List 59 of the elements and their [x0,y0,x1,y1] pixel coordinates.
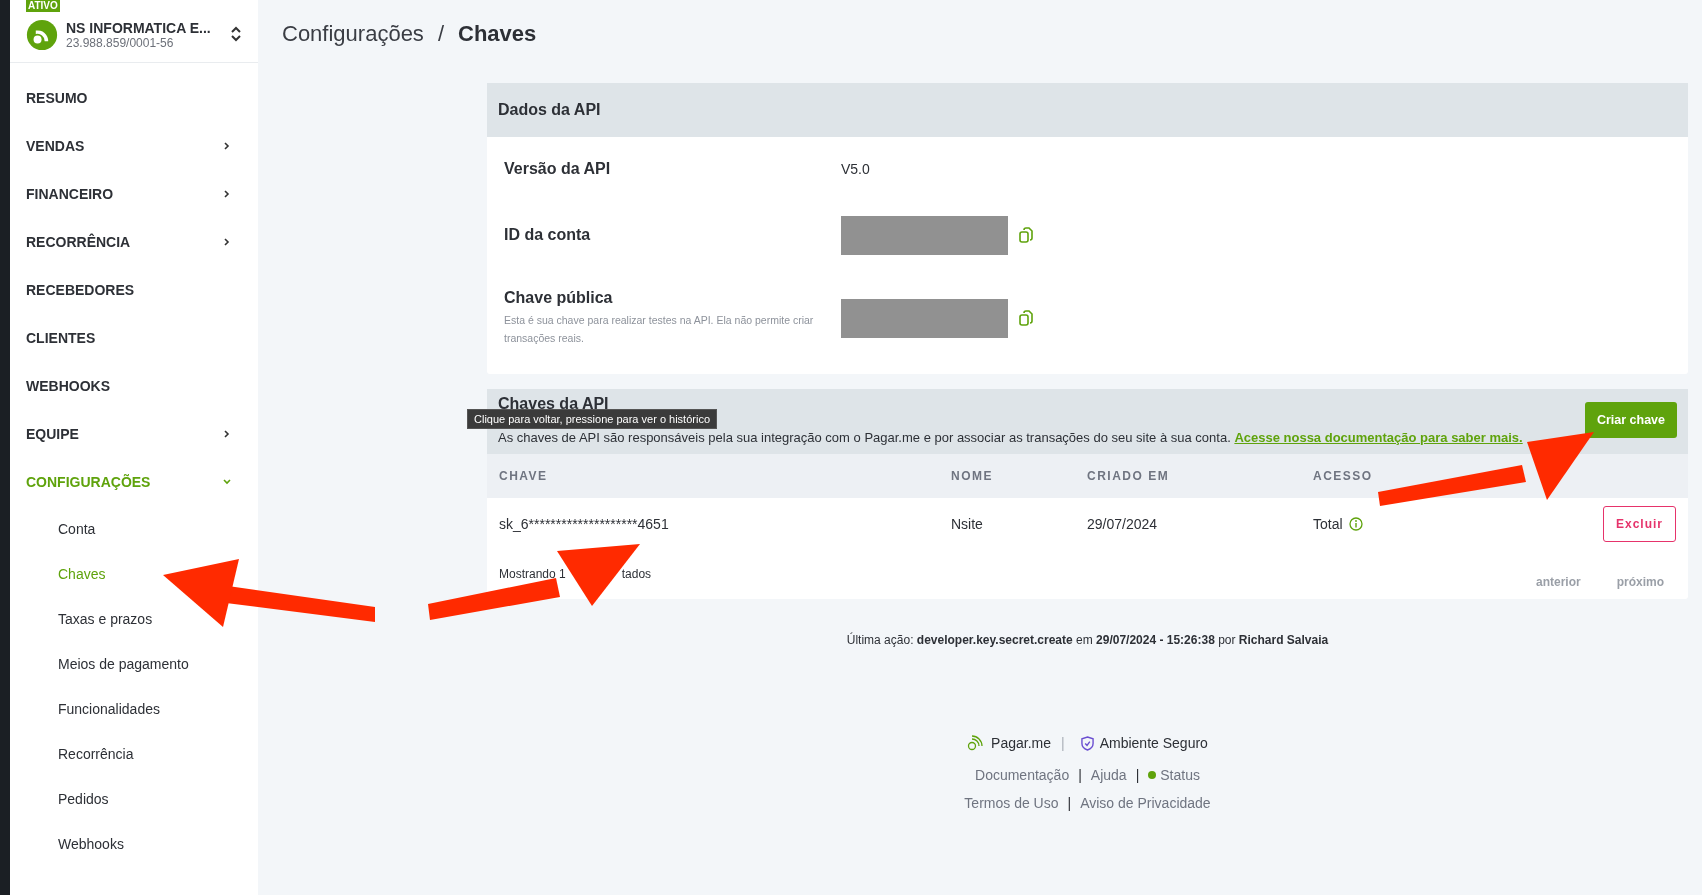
footer-separator: | [1061,735,1065,751]
field-description: Esta é sua chave para realizar testes na API. Ela não permite criar transações reais. [504,313,815,346]
nav-item[interactable]: WEBHOOKS [10,362,258,410]
table-cell-text: Nsite [951,515,984,532]
nav-item[interactable]: FINANCEIRO [10,170,258,218]
brand-name: Pagar.me [991,735,1052,751]
switch-account-icon[interactable] [230,25,242,43]
nav-subitem[interactable]: Meios de pagamento [58,641,189,686]
nav-item[interactable]: VENDAS [10,122,258,170]
nav-subitem[interactable]: Recorrência [58,731,134,776]
status-badge: ATIVO [26,0,60,12]
footer-link[interactable]: Status [1160,767,1200,783]
nav-item[interactable]: RECORRÊNCIA [10,218,258,266]
column-header: CRIADO EM [1087,469,1171,483]
shield-icon [1080,735,1094,751]
nav-item[interactable]: RECEBEDORES [10,266,258,314]
nav-subitem[interactable]: Conta [58,506,96,551]
field-label: Chave pública [504,289,614,307]
footer-link[interactable]: Termos de Uso [964,795,1059,811]
card-title: Dados da API [498,101,601,119]
field-value: V5.0 [841,160,870,177]
secure-label: Ambiente Seguro [1099,735,1208,751]
status-dot-icon [1148,771,1157,779]
nav-item[interactable]: RESUMO [10,74,258,122]
footer-link[interactable]: Documentação [975,767,1070,783]
breadcrumb-separator: / [437,21,444,47]
nav-subitem[interactable]: Webhooks [58,821,124,866]
copy-icon[interactable] [1018,310,1034,326]
info-icon[interactable] [1348,516,1363,531]
tooltip: Clique para voltar, pressione para ver o histórico [467,409,717,429]
field-label: Versão da API [504,159,612,178]
company-document: 23.988.859/0001-56 [66,36,175,50]
footer-separator: | [1078,767,1082,783]
results-count: tados [621,567,652,581]
company-logo-icon [26,19,58,51]
footer-separator: | [1135,767,1140,783]
nav-subitem[interactable]: Taxas e prazos [58,596,153,641]
breadcrumb-link[interactable]: Configurações [282,21,424,47]
copy-icon[interactable] [1018,227,1034,243]
table-cell-text: sk_6********************4651 [499,515,670,532]
nav-item[interactable]: EQUIPE [10,410,258,458]
results-count: Mostrando 1 [499,567,566,581]
column-header: ACESSO [1313,469,1374,483]
footer-link[interactable]: Aviso de Privacidade [1080,795,1211,811]
company-name: NS INFORMATICA E... [66,20,212,36]
table-cell-text: 29/07/2024 [1087,515,1159,532]
page-title: Chaves [458,21,537,47]
column-header: NOME [951,469,994,483]
table-cell: Total [1313,515,1343,532]
delete-button[interactable]: Excluir [1602,505,1676,542]
nav-subitem[interactable]: Funcionalidades [58,686,160,731]
nav-subitem[interactable]: Pedidos [58,776,109,821]
column-header: CHAVE [499,469,549,483]
footer-link[interactable]: Ajuda [1090,767,1127,783]
brand-logo-icon [967,735,986,751]
nav-item[interactable]: CLIENTES [10,314,258,362]
field-label: ID da conta [504,226,592,244]
footer-separator: | [1067,795,1072,811]
last-action: Última ação: developer.key.secret.create em 29/07/2024 - 15:26:38 por Richard Salvaia [845,633,1330,647]
